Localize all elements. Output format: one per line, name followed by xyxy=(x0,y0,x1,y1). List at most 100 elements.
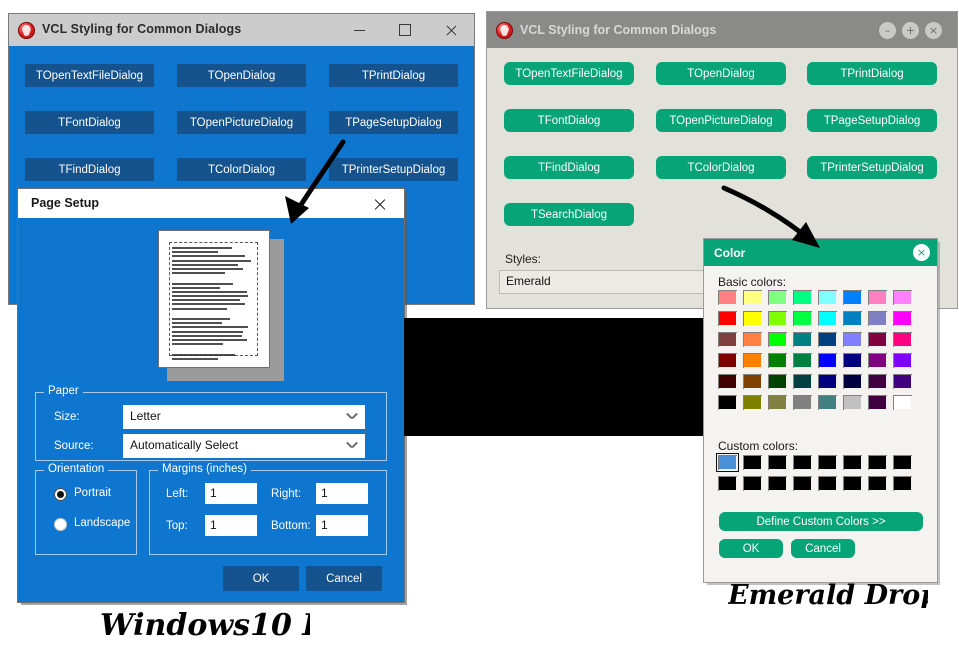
paper-size-select[interactable]: Letter xyxy=(123,405,365,429)
color-swatch[interactable] xyxy=(843,476,862,491)
close-icon[interactable] xyxy=(360,189,400,218)
color-swatch[interactable] xyxy=(743,476,762,491)
color-swatch[interactable] xyxy=(818,332,837,347)
color-swatch[interactable] xyxy=(793,311,812,326)
color-swatch[interactable] xyxy=(893,395,912,410)
close-button[interactable] xyxy=(428,14,474,46)
color-swatch[interactable] xyxy=(718,332,737,347)
margin-bottom-input[interactable]: 1 xyxy=(316,515,368,536)
button-tprintdialog-emerald[interactable]: TPrintDialog xyxy=(807,62,937,85)
define-custom-colors-button[interactable]: Define Custom Colors >> xyxy=(719,512,923,531)
close-button[interactable]: × xyxy=(925,22,942,39)
color-swatch[interactable] xyxy=(818,311,837,326)
button-tcolordialog-emerald[interactable]: TColorDialog xyxy=(656,156,786,179)
color-swatch[interactable] xyxy=(818,395,837,410)
color-swatch[interactable] xyxy=(868,455,887,470)
color-swatch[interactable] xyxy=(893,476,912,491)
button-tfontdialog[interactable]: TFontDialog xyxy=(25,111,154,134)
paper-source-select[interactable]: Automatically Select xyxy=(123,434,365,458)
color-swatch[interactable] xyxy=(768,455,787,470)
color-swatch[interactable] xyxy=(718,476,737,491)
color-swatch[interactable] xyxy=(716,453,739,472)
color-swatch[interactable] xyxy=(818,353,837,368)
button-topendialog-emerald[interactable]: TOpenDialog xyxy=(656,62,786,85)
button-topentextfiledialog[interactable]: TOpenTextFileDialog xyxy=(25,64,154,87)
button-topenpicturedialog[interactable]: TOpenPictureDialog xyxy=(177,111,306,134)
color-swatch[interactable] xyxy=(868,353,887,368)
color-swatch[interactable] xyxy=(893,311,912,326)
color-swatch[interactable] xyxy=(868,290,887,305)
color-swatch[interactable] xyxy=(818,476,837,491)
color-swatch[interactable] xyxy=(868,374,887,389)
color-swatch[interactable] xyxy=(793,290,812,305)
color-swatch[interactable] xyxy=(793,455,812,470)
color-dialog-cancel-button[interactable]: Cancel xyxy=(791,539,855,558)
color-swatch[interactable] xyxy=(768,290,787,305)
button-tsearchdialog-emerald[interactable]: TSearchDialog xyxy=(504,203,634,226)
button-tcolordialog[interactable]: TColorDialog xyxy=(177,158,306,181)
color-swatch[interactable] xyxy=(843,332,862,347)
color-swatch[interactable] xyxy=(843,374,862,389)
color-swatch[interactable] xyxy=(818,374,837,389)
color-swatch[interactable] xyxy=(768,353,787,368)
button-tfinddialog[interactable]: TFindDialog xyxy=(25,158,154,181)
color-swatch[interactable] xyxy=(868,311,887,326)
right-window-titlebar[interactable]: VCL Styling for Common Dialogs – + × xyxy=(487,12,957,48)
color-dialog-titlebar[interactable]: Color × xyxy=(704,239,937,266)
button-topendialog[interactable]: TOpenDialog xyxy=(177,64,306,87)
color-swatch[interactable] xyxy=(793,374,812,389)
button-topenpicturedialog-emerald[interactable]: TOpenPictureDialog xyxy=(656,109,786,132)
color-swatch[interactable] xyxy=(768,332,787,347)
close-icon[interactable]: × xyxy=(913,244,930,261)
margin-top-input[interactable]: 1 xyxy=(205,515,257,536)
page-setup-titlebar[interactable]: Page Setup xyxy=(18,189,404,218)
color-swatch[interactable] xyxy=(743,395,762,410)
color-swatch[interactable] xyxy=(893,353,912,368)
color-swatch[interactable] xyxy=(743,311,762,326)
color-swatch[interactable] xyxy=(743,455,762,470)
maximize-button[interactable] xyxy=(382,14,428,46)
color-swatch[interactable] xyxy=(843,353,862,368)
color-swatch[interactable] xyxy=(868,395,887,410)
basic-colors-grid[interactable] xyxy=(718,290,918,416)
color-swatch[interactable] xyxy=(868,476,887,491)
color-swatch[interactable] xyxy=(818,455,837,470)
color-swatch[interactable] xyxy=(718,374,737,389)
color-swatch[interactable] xyxy=(743,332,762,347)
button-tprintersetupdialog[interactable]: TPrinterSetupDialog xyxy=(329,158,458,181)
custom-colors-grid[interactable] xyxy=(716,453,918,497)
button-tfinddialog-emerald[interactable]: TFindDialog xyxy=(504,156,634,179)
margin-left-input[interactable]: 1 xyxy=(205,483,257,504)
color-swatch[interactable] xyxy=(843,395,862,410)
color-swatch[interactable] xyxy=(793,395,812,410)
button-topentextfiledialog-emerald[interactable]: TOpenTextFileDialog xyxy=(504,62,634,85)
color-swatch[interactable] xyxy=(718,311,737,326)
maximize-button[interactable]: + xyxy=(902,22,919,39)
color-swatch[interactable] xyxy=(718,290,737,305)
color-swatch[interactable] xyxy=(768,395,787,410)
color-swatch[interactable] xyxy=(843,311,862,326)
color-swatch[interactable] xyxy=(793,332,812,347)
color-swatch[interactable] xyxy=(818,290,837,305)
color-swatch[interactable] xyxy=(893,374,912,389)
color-swatch[interactable] xyxy=(893,290,912,305)
minimize-button[interactable]: – xyxy=(879,22,896,39)
minimize-button[interactable] xyxy=(336,14,382,46)
left-window-titlebar[interactable]: VCL Styling for Common Dialogs xyxy=(9,14,474,46)
button-tprintersetupdialog-emerald[interactable]: TPrinterSetupDialog xyxy=(807,156,937,179)
color-swatch[interactable] xyxy=(793,353,812,368)
color-swatch[interactable] xyxy=(768,476,787,491)
page-setup-cancel-button[interactable]: Cancel xyxy=(306,566,382,591)
color-swatch[interactable] xyxy=(793,476,812,491)
color-swatch[interactable] xyxy=(743,290,762,305)
color-swatch[interactable] xyxy=(868,332,887,347)
color-swatch[interactable] xyxy=(718,395,737,410)
page-setup-ok-button[interactable]: OK xyxy=(223,566,299,591)
color-swatch[interactable] xyxy=(893,332,912,347)
button-tprintdialog[interactable]: TPrintDialog xyxy=(329,64,458,87)
color-swatch[interactable] xyxy=(893,455,912,470)
color-swatch[interactable] xyxy=(843,455,862,470)
button-tpagesetupdialog[interactable]: TPageSetupDialog xyxy=(329,111,458,134)
color-swatch[interactable] xyxy=(843,290,862,305)
color-swatch[interactable] xyxy=(743,374,762,389)
